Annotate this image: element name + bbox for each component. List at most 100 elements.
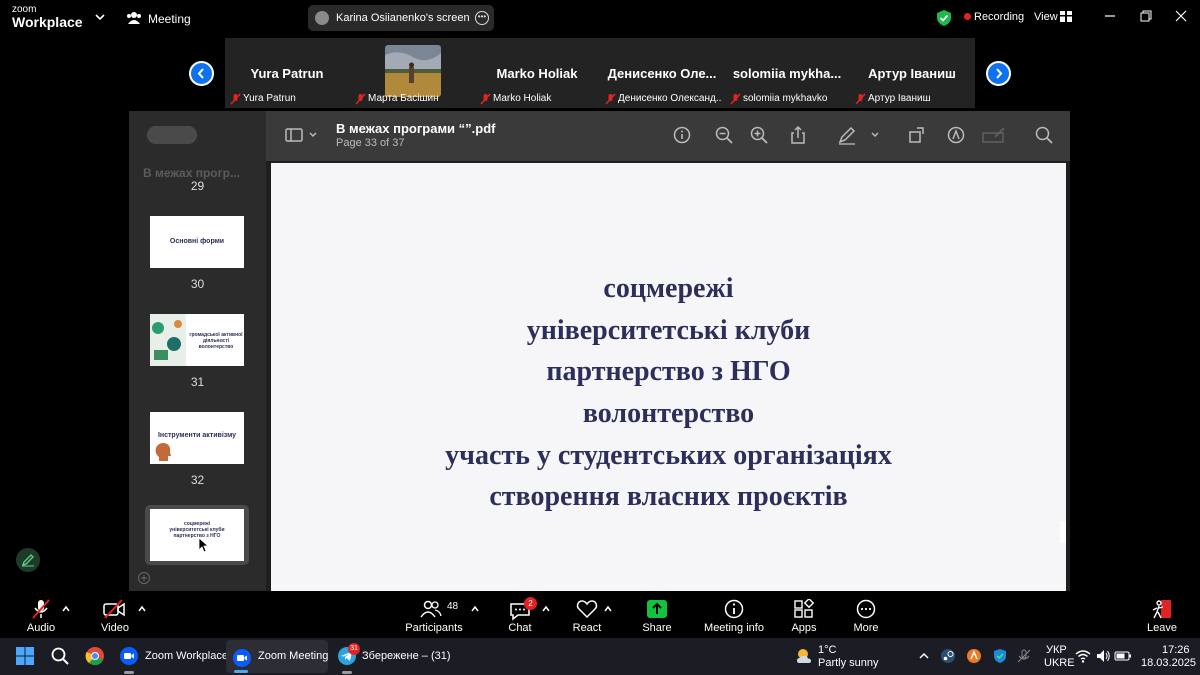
thumbnail-text: Основні форми <box>169 238 225 245</box>
more-button[interactable]: More <box>846 593 886 638</box>
clock-date[interactable]: 18.03.2025 <box>1141 657 1196 669</box>
meeting-label[interactable]: Meeting <box>148 12 191 26</box>
participants-button[interactable]: 48 Participants <box>404 593 464 638</box>
participant-tile[interactable]: Денисенко Оле... Денисенко Олександ... <box>600 38 724 108</box>
restore-icon[interactable] <box>1139 9 1153 23</box>
sharer-avatar <box>315 11 329 25</box>
mic-muted-icon <box>730 93 741 105</box>
share-export-icon[interactable] <box>788 125 808 145</box>
share-screen-icon <box>647 600 667 618</box>
clock-time[interactable]: 17:26 <box>1162 644 1190 656</box>
chevron-up-icon[interactable] <box>603 605 613 613</box>
security-shield-icon[interactable] <box>936 9 952 27</box>
chrome-icon[interactable] <box>85 646 105 666</box>
form-fill-icon[interactable] <box>981 125 1007 145</box>
thumbnail-image <box>150 314 186 366</box>
chevron-down-icon[interactable] <box>94 11 106 23</box>
markup-pen-icon[interactable] <box>837 125 857 145</box>
zoom-app-icon <box>120 647 138 665</box>
pdf-thumbnail-sidebar: В межах прогр... 29 Основні форми 30 гро… <box>129 111 266 591</box>
chevron-up-icon[interactable] <box>918 651 930 661</box>
slide-line: соцмережі <box>603 273 734 304</box>
sidebar-toggle[interactable] <box>147 126 197 144</box>
share-button[interactable]: Share <box>636 593 678 638</box>
info-icon[interactable] <box>672 125 692 145</box>
chevron-up-icon[interactable] <box>541 605 551 613</box>
participant-tile[interactable]: Марта Басішин <box>350 38 474 108</box>
participants-label: Participants <box>405 622 463 634</box>
zoom-in-icon[interactable] <box>749 125 769 145</box>
participant-label: solomiia mykhavko <box>743 93 828 104</box>
thumbnail-page-30[interactable]: Основні форми <box>150 216 244 268</box>
view-button[interactable]: View <box>1034 11 1058 23</box>
thumbnail-page-31[interactable]: громадської активної діяльності волонтер… <box>150 314 244 366</box>
zoom-out-icon[interactable] <box>714 125 734 145</box>
chevron-down-icon[interactable] <box>870 125 880 145</box>
page-scrollbar[interactable] <box>1060 521 1066 543</box>
tray-app-orange-icon[interactable] <box>966 648 982 664</box>
screen-share-pill[interactable]: Karina Osiianenko's screen ••• <box>308 5 494 31</box>
steam-icon[interactable] <box>940 648 956 664</box>
chevron-up-icon[interactable] <box>137 605 147 613</box>
participant-tile[interactable]: Marko Holiak Marko Holiak <box>475 38 599 108</box>
audio-button[interactable]: Audio <box>18 593 64 638</box>
weather-partly-sunny-icon[interactable] <box>794 646 814 666</box>
taskbar-app-zoom-meeting[interactable]: Zoom Meeting <box>226 640 328 673</box>
react-button[interactable]: React <box>566 593 608 638</box>
thumbnail-text: Інструменти активізму <box>157 432 237 439</box>
sidebar-layout-icon[interactable] <box>284 125 304 145</box>
mic-tray-icon[interactable] <box>1016 648 1032 664</box>
chevron-down-icon[interactable] <box>308 125 318 145</box>
search-icon[interactable] <box>1034 125 1054 145</box>
apps-button[interactable]: Apps <box>784 593 824 638</box>
security-tray-icon[interactable] <box>992 648 1008 664</box>
info-icon <box>724 599 744 619</box>
participant-tile[interactable]: Артур Іваниш Артур Іваниш <box>850 38 974 108</box>
grid-view-icon[interactable] <box>1060 11 1072 22</box>
more-icon <box>856 599 876 619</box>
annotate-button[interactable] <box>16 548 40 572</box>
participant-display-name: Yura Patrun <box>250 66 324 81</box>
recording-label[interactable]: Recording <box>974 11 1024 23</box>
chevron-up-icon[interactable] <box>470 605 480 613</box>
participants-count: 48 <box>447 601 459 612</box>
app-logo-bottom: Workplace <box>12 14 83 30</box>
thumbnail-page-32[interactable]: Інструменти активізму <box>150 412 244 464</box>
participant-label: Yura Patrun <box>243 93 296 104</box>
thumbnail-page-number: 31 <box>190 375 205 389</box>
highlight-icon[interactable] <box>946 125 966 145</box>
participant-tile[interactable]: Yura Patrun Yura Patrun <box>225 38 349 108</box>
thumbnail-page-33[interactable]: соцмережі університетські клуби партнерс… <box>150 509 244 561</box>
add-page-icon[interactable] <box>137 571 151 585</box>
battery-icon[interactable] <box>1114 648 1132 664</box>
pdf-page: соцмережі університетські клуби партнерс… <box>271 163 1066 591</box>
volume-icon[interactable] <box>1095 648 1111 664</box>
more-options-icon[interactable]: ••• <box>475 11 489 25</box>
top-bar: zoom Workplace Meeting Karina Osiianenko… <box>0 0 1200 36</box>
participant-tile[interactable]: solomiia mykha... solomiia mykhavko <box>725 38 849 108</box>
leave-label: Leave <box>1147 622 1177 634</box>
input-language[interactable]: УКР <box>1046 644 1067 656</box>
chat-button[interactable]: 2 Chat <box>500 593 540 638</box>
running-indicator <box>342 671 352 674</box>
mic-muted-icon <box>480 93 491 105</box>
leave-button[interactable]: Leave <box>1142 593 1182 638</box>
camera-off-icon <box>103 599 125 619</box>
next-participants-button[interactable] <box>986 61 1011 86</box>
prev-participants-button[interactable] <box>189 61 214 86</box>
minimize-icon[interactable] <box>1103 9 1117 23</box>
rotate-icon[interactable] <box>907 125 927 145</box>
mouse-cursor-icon <box>198 537 210 553</box>
pdf-toolbar: В межах програми “”.pdf Page 33 of 37 <box>266 111 1070 161</box>
wifi-icon[interactable] <box>1075 648 1091 664</box>
audio-label: Audio <box>26 622 56 634</box>
search-icon[interactable] <box>50 646 70 666</box>
chevron-up-icon[interactable] <box>61 605 71 613</box>
keyboard-layout[interactable]: UKRE <box>1044 657 1075 669</box>
slide-line: створення власних проєктів <box>489 481 848 512</box>
participants-icon <box>420 600 442 618</box>
video-button[interactable]: Video <box>92 593 138 638</box>
close-icon[interactable] <box>1174 9 1188 23</box>
meeting-info-button[interactable]: Meeting info <box>700 593 768 638</box>
windows-start-icon[interactable] <box>15 646 35 666</box>
